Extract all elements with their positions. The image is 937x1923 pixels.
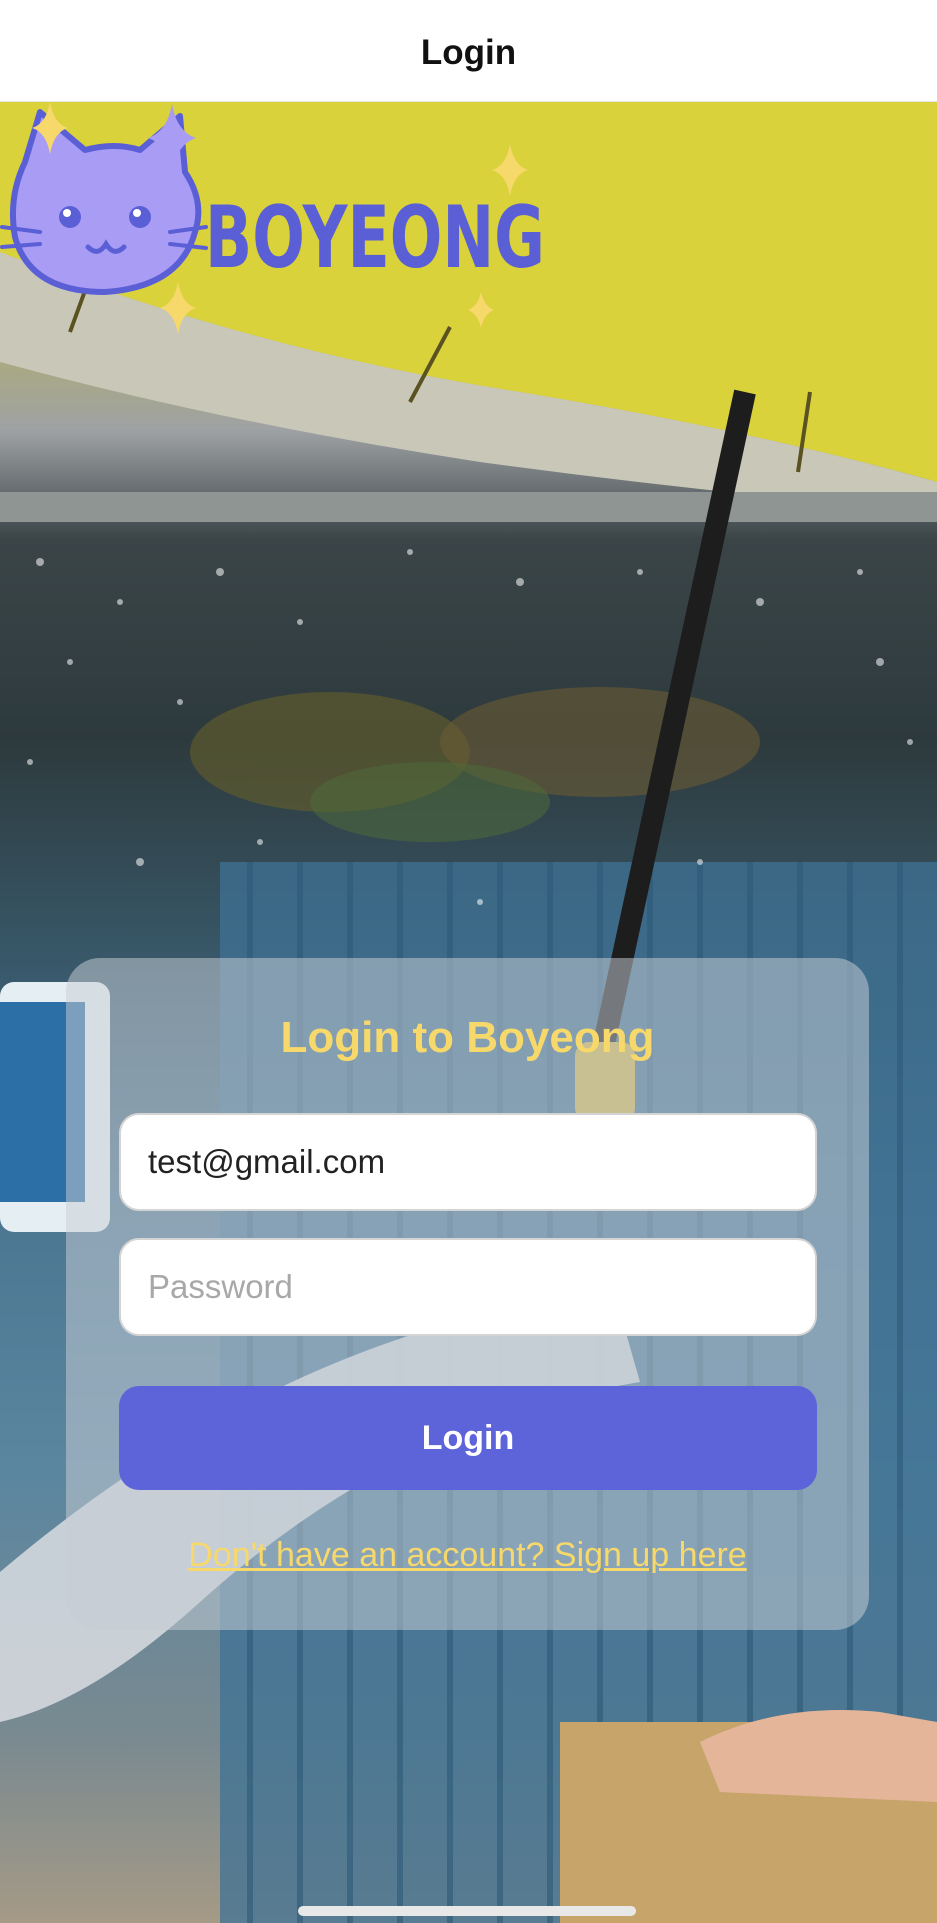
page-title: Login <box>420 32 517 72</box>
home-indicator <box>298 1906 636 1916</box>
login-card: Login to Boyeong Login Don't have an acc… <box>66 958 869 1630</box>
boyeong-logo: BOYEONG <box>0 102 545 334</box>
login-heading: Login to Boyeong <box>280 1013 655 1062</box>
navigation-bar: Login <box>0 0 937 102</box>
login-button[interactable]: Login <box>119 1386 817 1490</box>
signup-link[interactable]: Don't have an account? Sign up here <box>66 1536 869 1575</box>
email-field[interactable] <box>119 1113 817 1211</box>
logo-wordmark: BOYEONG <box>205 188 545 288</box>
password-field[interactable] <box>119 1238 817 1336</box>
